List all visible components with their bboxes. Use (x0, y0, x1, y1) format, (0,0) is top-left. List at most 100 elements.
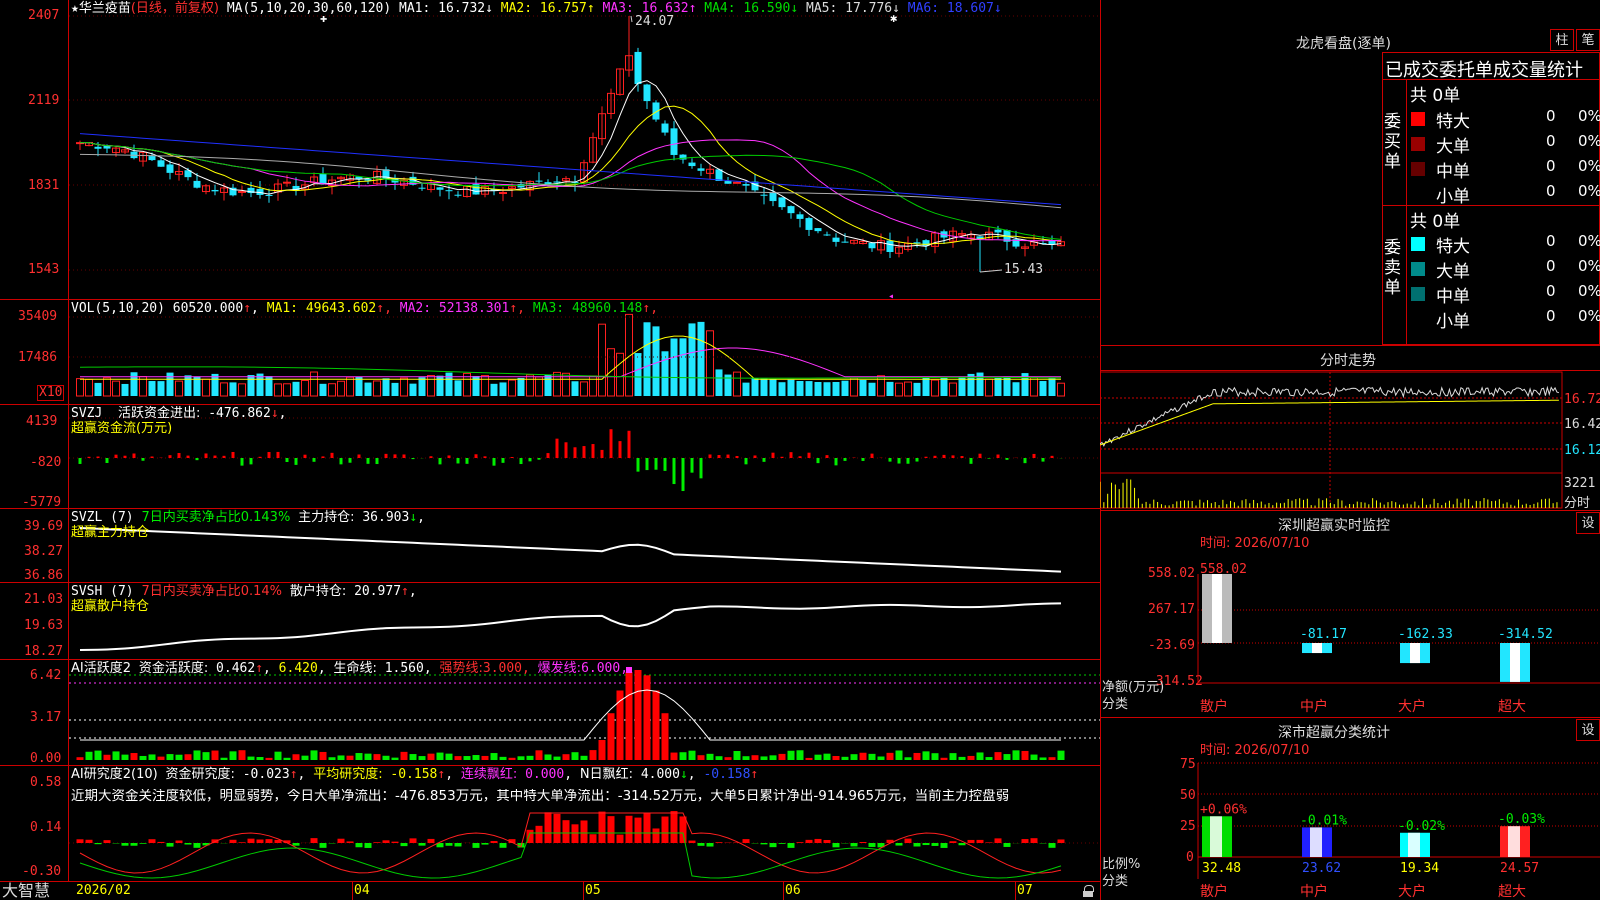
research-bar (364, 843, 372, 848)
candle-body (499, 192, 507, 195)
favorite-star-icon[interactable]: ★ (71, 1, 79, 16)
monitor-bar-highlight (1410, 643, 1420, 664)
activity-bar (796, 750, 804, 760)
research-bar (904, 838, 912, 843)
zl-y-label: 38.27 (24, 544, 64, 559)
activity-bar (985, 757, 993, 760)
x-axis-tick (583, 882, 584, 900)
activity-bar (364, 753, 372, 760)
research-bar (607, 816, 615, 843)
classify-bar-highlight (1508, 826, 1520, 857)
activity-bar (922, 751, 930, 760)
activity-bar (166, 754, 174, 760)
candle-body (94, 146, 102, 149)
candle-body (319, 173, 327, 185)
activity-bar (193, 750, 201, 760)
flow-bar (591, 444, 595, 458)
brand-logo: 大智慧 (2, 881, 51, 900)
research-bar (580, 820, 588, 843)
flow-bar (969, 458, 973, 464)
research-bar (499, 843, 507, 848)
flow-bar (105, 458, 109, 463)
flow-bar (690, 458, 694, 473)
candle-body (436, 187, 444, 190)
activity-bar (427, 753, 435, 760)
flow-bar (1023, 458, 1027, 464)
activity-bar (283, 757, 291, 760)
vol-unit-button[interactable]: X10 (37, 385, 65, 401)
research-bar (769, 843, 777, 848)
ai-research-y-label: 0.58 (30, 775, 62, 790)
intraday-frame (1100, 371, 1563, 509)
flow-bar (654, 458, 658, 470)
candle-body (769, 192, 777, 202)
volume-bar (823, 382, 831, 396)
flow-bar (645, 458, 649, 471)
activity-bar (346, 755, 354, 760)
candle-body (238, 190, 246, 193)
activity-bar (445, 753, 453, 760)
research-bar (256, 839, 264, 843)
chart-area[interactable]: ✚ ✱◂ (0, 0, 1100, 900)
activity-bar (940, 757, 948, 760)
candle-body (643, 84, 651, 102)
research-bar (922, 843, 930, 846)
flow-bar (1005, 458, 1009, 460)
volume-bar (706, 330, 714, 397)
classify-value: 19.34 (1400, 861, 1439, 876)
flow-bar (924, 456, 928, 458)
volume-bar (607, 348, 615, 397)
flow-bar (222, 455, 226, 458)
volume-bar (202, 378, 210, 397)
vol-y-label: 35409 (18, 309, 58, 324)
research-bar (310, 838, 318, 843)
sh-sub-label: 超赢散户持仓 (71, 599, 150, 614)
volume-bar (742, 382, 750, 396)
activity-bar (598, 740, 606, 760)
research-bar (265, 839, 273, 843)
ma-value-5: MA5: 17.776↓ (798, 1, 900, 16)
ma-value-4: MA4: 16.590↓ (696, 1, 799, 16)
activity-bar (391, 757, 399, 760)
research-bar (832, 843, 840, 848)
research-bar (805, 839, 813, 843)
research-bar (229, 839, 237, 843)
x-axis-label: 07 (1017, 883, 1033, 898)
flow-y-label: -820 (30, 455, 62, 470)
flow-bar (600, 449, 604, 458)
volume-bar (526, 374, 534, 397)
research-bar (319, 843, 327, 848)
activity-bar (1048, 757, 1056, 760)
volume-bar (904, 381, 912, 397)
activity-bar (778, 753, 786, 760)
activity-bar (517, 756, 525, 760)
volume-bar (220, 382, 228, 397)
candle-body (688, 162, 696, 167)
classify-change: -0.03% (1498, 812, 1545, 827)
flow-bar (438, 458, 442, 465)
flow-bar (339, 458, 343, 465)
research-bar (949, 841, 957, 843)
activity-bar (175, 754, 183, 760)
sh-line (79, 602, 1062, 651)
flow-sub-label: 超赢资金流(万元) (71, 421, 173, 436)
research-bar (472, 843, 480, 848)
volume-bar (490, 383, 498, 396)
activity-bar (1003, 754, 1011, 760)
volume-bar (310, 371, 318, 397)
flow-bar (249, 458, 253, 465)
chart-mode[interactable]: (日线，前复权) (131, 1, 219, 16)
flow-bar (546, 453, 550, 458)
right-charts: 558.02 散户 -81.17 中户 -162.33 大户 -314.52 超大 +0.06%… (1100, 371, 1600, 900)
volume-bar (634, 353, 642, 396)
activity-bar (715, 756, 723, 760)
flow-bar (627, 430, 631, 458)
volume-bar (373, 380, 381, 397)
sh-y-label: 21.03 (24, 592, 64, 607)
flow-bar (492, 458, 496, 466)
activity-bar (742, 756, 750, 760)
research-bar (355, 843, 363, 848)
research-bar (382, 840, 390, 843)
monitor-bar-value: -314.52 (1498, 627, 1553, 642)
activity-bar (895, 750, 903, 760)
